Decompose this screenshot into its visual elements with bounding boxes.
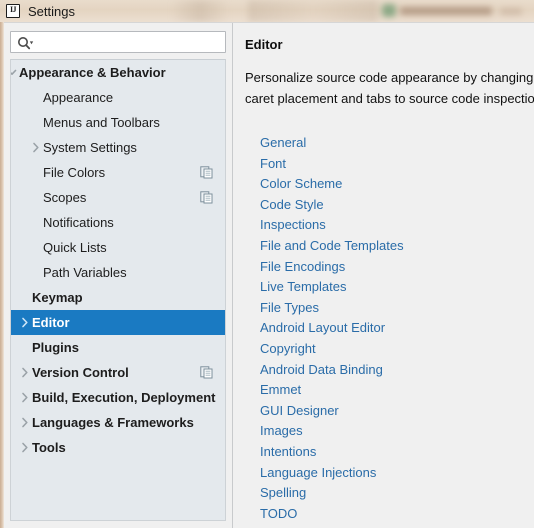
sidebar-item-system-settings[interactable]: System Settings <box>11 135 225 160</box>
sidebar-item-path-variables[interactable]: Path Variables <box>11 260 225 285</box>
logo-text: IJ <box>9 5 17 14</box>
copy-badge-icon <box>200 191 213 204</box>
sidebar-item-languages-frameworks[interactable]: Languages & Frameworks <box>11 410 225 435</box>
blurred-background-content <box>248 0 378 22</box>
subsection-link-color-scheme[interactable]: Color Scheme <box>260 174 530 195</box>
sidebar-item-appearance-behavior[interactable]: Appearance & Behavior <box>11 60 225 85</box>
sidebar-item-label: Languages & Frameworks <box>32 415 194 430</box>
subsection-link-general[interactable]: General <box>260 133 530 154</box>
sidebar-item-label: Menus and Toolbars <box>43 115 160 130</box>
subsection-link-language-injections[interactable]: Language Injections <box>260 463 530 484</box>
title-bar: IJ Settings <box>0 0 534 22</box>
sidebar-item-plugins[interactable]: Plugins <box>11 335 225 360</box>
copy-badge-icon <box>200 166 213 179</box>
sidebar-item-version-control[interactable]: Version Control <box>11 360 225 385</box>
sidebar-item-label: File Colors <box>43 165 106 180</box>
blurred-background-content <box>170 0 230 22</box>
sidebar-item-label: Appearance & Behavior <box>19 65 166 80</box>
page-description: Personalize source code appearance by ch… <box>245 70 534 106</box>
sidebar-item-label: Quick Lists <box>43 240 107 255</box>
sidebar-item-tools[interactable]: Tools <box>11 435 225 460</box>
subsection-link-copyright[interactable]: Copyright <box>260 339 530 360</box>
subsection-link-code-style[interactable]: Code Style <box>260 195 530 216</box>
subsection-link-list: General Font Color Scheme Code Style Inspect… <box>260 133 530 524</box>
settings-detail-pane: Editor Personalize source code appearanc… <box>233 23 534 528</box>
chevron-right-icon[interactable] <box>17 385 33 410</box>
window-title: Settings <box>28 4 75 19</box>
sidebar-item-label: Tools <box>32 440 66 455</box>
intellij-idea-logo-icon: IJ <box>6 4 20 18</box>
subsection-link-font[interactable]: Font <box>260 154 530 175</box>
sidebar-item-file-colors[interactable]: File Colors <box>11 160 225 185</box>
sidebar-item-appearance[interactable]: Appearance <box>11 85 225 110</box>
chevron-right-icon[interactable] <box>17 410 33 435</box>
subsection-link-file-and-code-templates[interactable]: File and Code Templates <box>260 236 530 257</box>
blurred-background-content <box>400 7 492 15</box>
sidebar-item-label: Editor <box>32 315 70 330</box>
dialog-body: Appearance & Behavior Appearance Menus and… <box>0 22 534 528</box>
settings-navigation-pane: Appearance & Behavior Appearance Menus and… <box>4 23 232 528</box>
subsection-link-live-templates[interactable]: Live Templates <box>260 277 530 298</box>
sidebar-item-scopes[interactable]: Scopes <box>11 185 225 210</box>
subsection-link-android-data-binding[interactable]: Android Data Binding <box>260 360 530 381</box>
sidebar-item-quick-lists[interactable]: Quick Lists <box>11 235 225 260</box>
sidebar-item-label: Build, Execution, Deployment <box>32 390 216 405</box>
subsection-link-intentions[interactable]: Intentions <box>260 442 530 463</box>
dialog-content: Appearance & Behavior Appearance Menus and… <box>4 22 534 528</box>
sidebar-item-label: Keymap <box>32 290 83 305</box>
sidebar-item-editor[interactable]: Editor <box>11 310 225 335</box>
subsection-link-emmet[interactable]: Emmet <box>260 380 530 401</box>
subsection-link-android-layout-editor[interactable]: Android Layout Editor <box>260 318 530 339</box>
chevron-right-icon[interactable] <box>17 435 33 460</box>
chevron-right-icon[interactable] <box>17 360 33 385</box>
sidebar-item-label: System Settings <box>43 140 137 155</box>
blurred-background-content <box>500 8 522 15</box>
subsection-link-todo[interactable]: TODO <box>260 504 530 525</box>
chevron-right-icon[interactable] <box>28 135 44 160</box>
settings-tree[interactable]: Appearance & Behavior Appearance Menus and… <box>10 59 226 521</box>
sidebar-item-keymap[interactable]: Keymap <box>11 285 225 310</box>
subsection-link-file-encodings[interactable]: File Encodings <box>260 257 530 278</box>
sidebar-item-build-execution-deployment[interactable]: Build, Execution, Deployment <box>11 385 225 410</box>
copy-badge-icon <box>200 366 213 379</box>
chevron-right-icon[interactable] <box>17 310 33 335</box>
search-icon[interactable] <box>17 36 34 50</box>
page-title: Editor <box>245 37 283 52</box>
sidebar-item-label: Version Control <box>32 365 129 380</box>
subsection-link-file-types[interactable]: File Types <box>260 298 530 319</box>
search-field-wrapper <box>10 31 226 53</box>
blurred-background-content <box>382 4 396 17</box>
subsection-link-spelling[interactable]: Spelling <box>260 483 530 504</box>
subsection-link-inspections[interactable]: Inspections <box>260 215 530 236</box>
subsection-link-gui-designer[interactable]: GUI Designer <box>260 401 530 422</box>
sidebar-item-label: Scopes <box>43 190 87 205</box>
sidebar-item-label: Path Variables <box>43 265 127 280</box>
sidebar-item-label: Appearance <box>43 90 114 105</box>
search-field[interactable] <box>10 31 226 53</box>
settings-tree-rows: Appearance & Behavior Appearance Menus and… <box>11 60 225 460</box>
sidebar-item-label: Plugins <box>32 340 79 355</box>
sidebar-item-label: Notifications <box>43 215 114 230</box>
sidebar-item-notifications[interactable]: Notifications <box>11 210 225 235</box>
subsection-link-images[interactable]: Images <box>260 421 530 442</box>
sidebar-item-menus-and-toolbars[interactable]: Menus and Toolbars <box>11 110 225 135</box>
search-input[interactable] <box>37 34 221 52</box>
settings-dialog: IJ Settings Appearance & Behavior Appear… <box>0 0 534 528</box>
